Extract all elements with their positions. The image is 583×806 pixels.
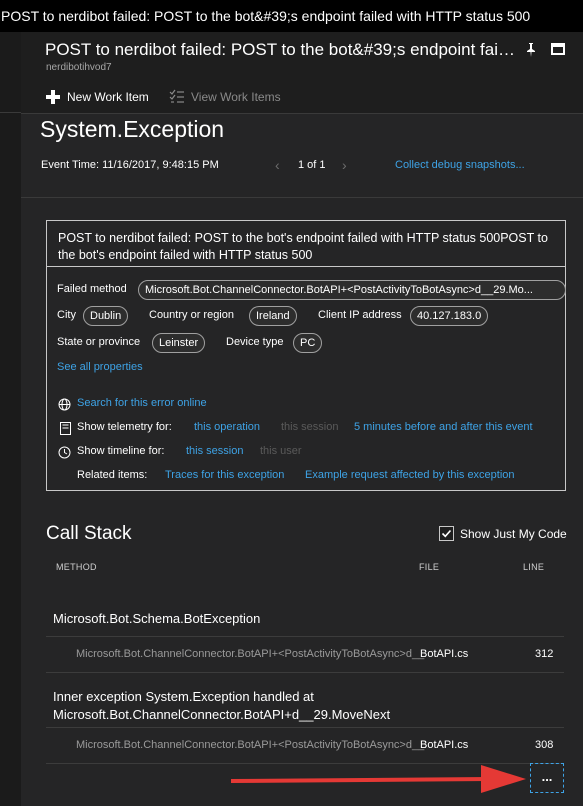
exception-message: POST to nerdibot failed: POST to the bot… [47,221,565,267]
pager-text: 1 of 1 [298,159,326,171]
checklist-icon [169,89,184,103]
pager-prev-icon[interactable]: ‹ [275,157,280,173]
view-work-items-button[interactable]: View Work Items [169,89,281,105]
stack-frame-row[interactable]: Microsoft.Bot.ChannelConnector.BotAPI+<P… [46,636,564,672]
left-strip [0,32,21,806]
new-work-item-button[interactable]: New Work Item [45,89,149,105]
traces-for-exception-link[interactable]: Traces for this exception [165,469,284,481]
stack-frame-file: BotAPI.cs [420,739,469,751]
failed-method-chip[interactable]: Microsoft.Bot.ChannelConnector.BotAPI+<P… [138,280,566,300]
blade-header: POST to nerdibot failed: POST to the bot… [21,32,583,82]
pager-next-icon[interactable]: › [342,157,347,173]
window-title: POST to nerdibot failed: POST to the bot… [0,0,583,32]
event-time: Event Time: 11/16/2017, 9:48:15 PM [41,159,219,171]
divider [21,197,583,198]
stack-frame-line: 312 [535,648,554,660]
see-all-properties-link[interactable]: See all properties [57,361,143,373]
telemetry-five-minutes-link[interactable]: 5 minutes before and after this event [354,421,533,433]
timeline-this-session-link[interactable]: this session [186,445,243,457]
country-label: Country or region [149,309,234,321]
stack-frame-file: BotAPI.cs [420,648,469,660]
view-work-items-label: View Work Items [191,90,281,104]
toolbar: New Work Item View Work Items [21,82,583,114]
telemetry-this-session-link[interactable]: this session [281,421,338,433]
plus-icon [45,89,61,105]
timeline-this-user-link[interactable]: this user [260,445,302,457]
show-timeline-label: Show timeline for: [77,445,165,457]
collect-debug-snapshots-link[interactable]: Collect debug snapshots... [395,159,525,171]
maximize-icon[interactable] [551,43,565,55]
globe-icon [58,398,71,411]
more-options-button[interactable]: ... [530,763,564,793]
search-error-online-link[interactable]: Search for this error online [77,397,207,409]
new-work-item-label: New Work Item [67,90,149,104]
failed-method-label: Failed method [57,283,127,295]
state-chip[interactable]: Leinster [152,333,206,353]
example-request-link[interactable]: Example request affected by this excepti… [305,469,515,481]
country-chip[interactable]: Ireland [249,306,297,326]
blade: POST to nerdibot failed: POST to the bot… [21,32,583,806]
state-label: State or province [57,336,141,348]
pin-icon[interactable] [524,42,538,58]
city-chip[interactable]: Dublin [83,306,129,326]
client-ip-label: Client IP address [318,309,402,321]
related-items-label: Related items: [77,469,148,481]
exception-title: System.Exception [40,116,225,142]
show-telemetry-label: Show telemetry for: [77,421,172,433]
city-label: City [57,309,76,321]
blade-title: POST to nerdibot failed: POST to the bot… [45,40,515,59]
annotation-arrow-icon [231,765,526,793]
exception-group-title: Microsoft.Bot.Schema.BotException [53,611,261,626]
stack-frame-row[interactable]: Microsoft.Bot.ChannelConnector.BotAPI+<P… [46,727,564,763]
show-just-my-code-checkbox[interactable] [439,526,454,541]
timeline-clock-icon [58,446,71,459]
show-just-my-code-label: Show Just My Code [460,527,567,541]
client-ip-chip[interactable]: 40.127.183.0 [410,306,489,326]
telemetry-this-operation-link[interactable]: this operation [194,421,260,433]
stack-frame-method: Microsoft.Bot.ChannelConnector.BotAPI+<P… [76,648,426,660]
document-icon [60,422,71,435]
column-header-file: FILE [419,562,440,572]
left-strip-divider [0,112,21,113]
call-stack-title: Call Stack [46,523,132,544]
column-header-line: LINE [523,562,545,572]
checkmark-icon [441,529,452,538]
device-type-chip[interactable]: PC [293,333,323,353]
row-divider [46,763,564,764]
device-type-label: Device type [226,336,284,348]
stack-frame-line: 308 [535,739,554,751]
exception-group-title: Inner exception System.Exception handled… [53,689,391,722]
stack-frame-method: Microsoft.Bot.ChannelConnector.BotAPI+<P… [76,739,426,751]
row-divider [46,672,564,673]
column-header-method: METHOD [56,562,97,572]
blade-subtitle: nerdibotihvod7 [46,62,112,73]
exception-details-card: POST to nerdibot failed: POST to the bot… [46,220,566,491]
